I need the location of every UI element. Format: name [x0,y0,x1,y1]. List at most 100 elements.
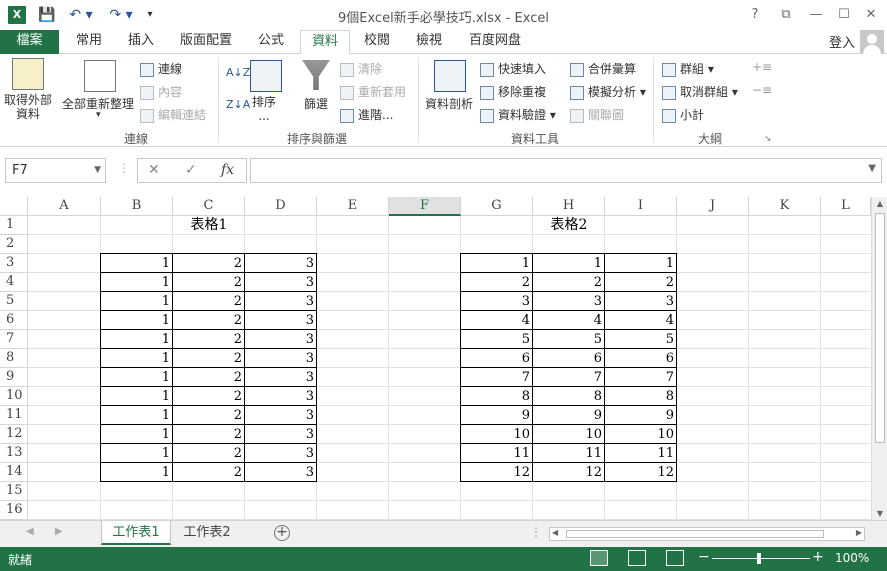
table2-cell[interactable]: 5 [604,329,677,349]
table2-cell[interactable]: 4 [604,310,677,330]
add-sheet-icon[interactable]: + [274,525,290,541]
table2-cell[interactable]: 6 [604,348,677,368]
column-header-k[interactable]: K [749,197,821,216]
table1-cell[interactable]: 3 [244,329,317,349]
table1-cell[interactable]: 1 [100,443,173,463]
cancel-icon[interactable]: ✕ [148,162,160,178]
table1-cell[interactable]: 1 [100,310,173,330]
tab-review[interactable]: 校閱 [356,30,398,54]
edit-links-button[interactable]: 編輯連結 [140,106,206,123]
table2-cell[interactable]: 6 [532,348,605,368]
save-icon[interactable]: 💾 [38,6,56,24]
zoom-out-button[interactable]: − [698,549,710,565]
tab-home[interactable]: 常用 [68,30,110,54]
advanced-filter-button[interactable]: 進階... [340,106,393,123]
table2-cell[interactable]: 8 [532,386,605,406]
table1-cell[interactable]: 2 [172,424,245,444]
zoom-level[interactable]: 100% [835,551,869,565]
show-detail-icon[interactable]: +≡ [752,60,772,74]
table1-cell[interactable]: 1 [100,367,173,387]
table1-cell[interactable]: 1 [100,329,173,349]
next-sheet-icon[interactable]: ▶ [55,526,63,537]
table1-cell[interactable]: 2 [172,443,245,463]
table2-cell[interactable]: 3 [460,291,533,311]
table2-cell[interactable]: 1 [604,253,677,273]
table2-cell[interactable]: 12 [604,462,677,482]
minimize-button[interactable]: — [804,5,828,25]
table1-cell[interactable]: 3 [244,348,317,368]
table2-cell[interactable]: 12 [460,462,533,482]
table2-cell[interactable]: 1 [532,253,605,273]
row-header-9[interactable]: 9 [0,368,28,387]
group-button[interactable]: 群組 ▾ [662,60,714,77]
reapply-filter-button[interactable]: 重新套用 [340,83,406,100]
hide-detail-icon[interactable]: −≡ [752,83,772,97]
table1-cell[interactable]: 1 [100,253,173,273]
table2-cell[interactable]: 3 [604,291,677,311]
table2-cell[interactable]: 10 [460,424,533,444]
table2-cell[interactable]: 7 [532,367,605,387]
table1-cell[interactable]: 3 [244,386,317,406]
table2-cell[interactable]: 2 [532,272,605,292]
table2-title[interactable]: 表格2 [461,216,677,235]
table1-cell[interactable]: 3 [244,310,317,330]
zoom-slider-track[interactable] [712,558,810,559]
table1-cell[interactable]: 1 [100,462,173,482]
table2-cell[interactable]: 8 [460,386,533,406]
flash-fill-button[interactable]: 快速填入 [480,60,546,77]
row-header-10[interactable]: 10 [0,387,28,406]
table1-cell[interactable]: 1 [100,424,173,444]
table2-cell[interactable]: 4 [532,310,605,330]
connections-button[interactable]: 連線 [140,60,182,77]
row-header-1[interactable]: 1 [0,216,28,235]
name-box-dropdown-icon[interactable]: ▼ [94,159,101,182]
row-header-12[interactable]: 12 [0,425,28,444]
split-grip-icon[interactable]: ⋮ [530,525,542,539]
formula-input[interactable]: ▼ [250,158,882,183]
table1-cell[interactable]: 1 [100,272,173,292]
clear-filter-button[interactable]: 清除 [340,60,382,77]
table1-cell[interactable]: 1 [100,386,173,406]
name-box[interactable]: F7 ▼ [5,158,106,183]
table1-cell[interactable]: 2 [172,291,245,311]
table1-cell[interactable]: 3 [244,443,317,463]
table2-cell[interactable]: 1 [460,253,533,273]
table1-title[interactable]: 表格1 [101,216,317,235]
column-header-b[interactable]: B [101,197,173,216]
table1-cell[interactable]: 2 [172,386,245,406]
row-header-7[interactable]: 7 [0,330,28,349]
table1-cell[interactable]: 1 [100,291,173,311]
horizontal-scrollbar[interactable]: ◀ ▶ [549,527,865,541]
table1-cell[interactable]: 3 [244,253,317,273]
table2-cell[interactable]: 11 [604,443,677,463]
table1-cell[interactable]: 3 [244,424,317,444]
sort-desc-button[interactable]: Z↓A [226,98,250,111]
scroll-up-icon[interactable]: ▲ [872,199,887,208]
sort-asc-button[interactable]: A↓Z [226,66,250,79]
tab-page-layout[interactable]: 版面配置 [174,30,238,54]
table1-cell[interactable]: 2 [172,405,245,425]
table1-cell[interactable]: 3 [244,405,317,425]
refresh-all-dropdown-icon[interactable]: ▾ [96,110,101,120]
table1-cell[interactable]: 3 [244,367,317,387]
column-header-d[interactable]: D [245,197,317,216]
subtotal-button[interactable]: 小計 [662,106,704,123]
table2-cell[interactable]: 5 [532,329,605,349]
text-to-columns-button[interactable]: 資料剖析 [425,95,473,112]
table2-cell[interactable]: 7 [460,367,533,387]
table2-cell[interactable]: 12 [532,462,605,482]
table2-cell[interactable]: 7 [604,367,677,387]
undo-button[interactable]: ↶ ▾ [66,6,96,24]
scroll-right-icon[interactable]: ▶ [856,528,862,537]
table1-cell[interactable]: 1 [100,348,173,368]
worksheet-grid[interactable]: ABCDEFGHIJKL 1 2 3 4 5 6 7 8 9 10 11 12 13 14 15 16 表格1… [0,197,887,520]
column-header-c[interactable]: C [173,197,245,216]
data-validation-button[interactable]: 資料驗證 ▾ [480,106,556,123]
customize-qat-button[interactable]: ▾ [144,6,156,24]
table2-cell[interactable]: 9 [532,405,605,425]
table1-cell[interactable]: 2 [172,253,245,273]
what-if-analysis-button[interactable]: 模擬分析 ▾ [570,83,646,100]
zoom-slider-knob[interactable] [757,553,761,564]
table2-cell[interactable]: 9 [604,405,677,425]
ribbon-display-options-button[interactable]: ⧉ [774,5,798,25]
